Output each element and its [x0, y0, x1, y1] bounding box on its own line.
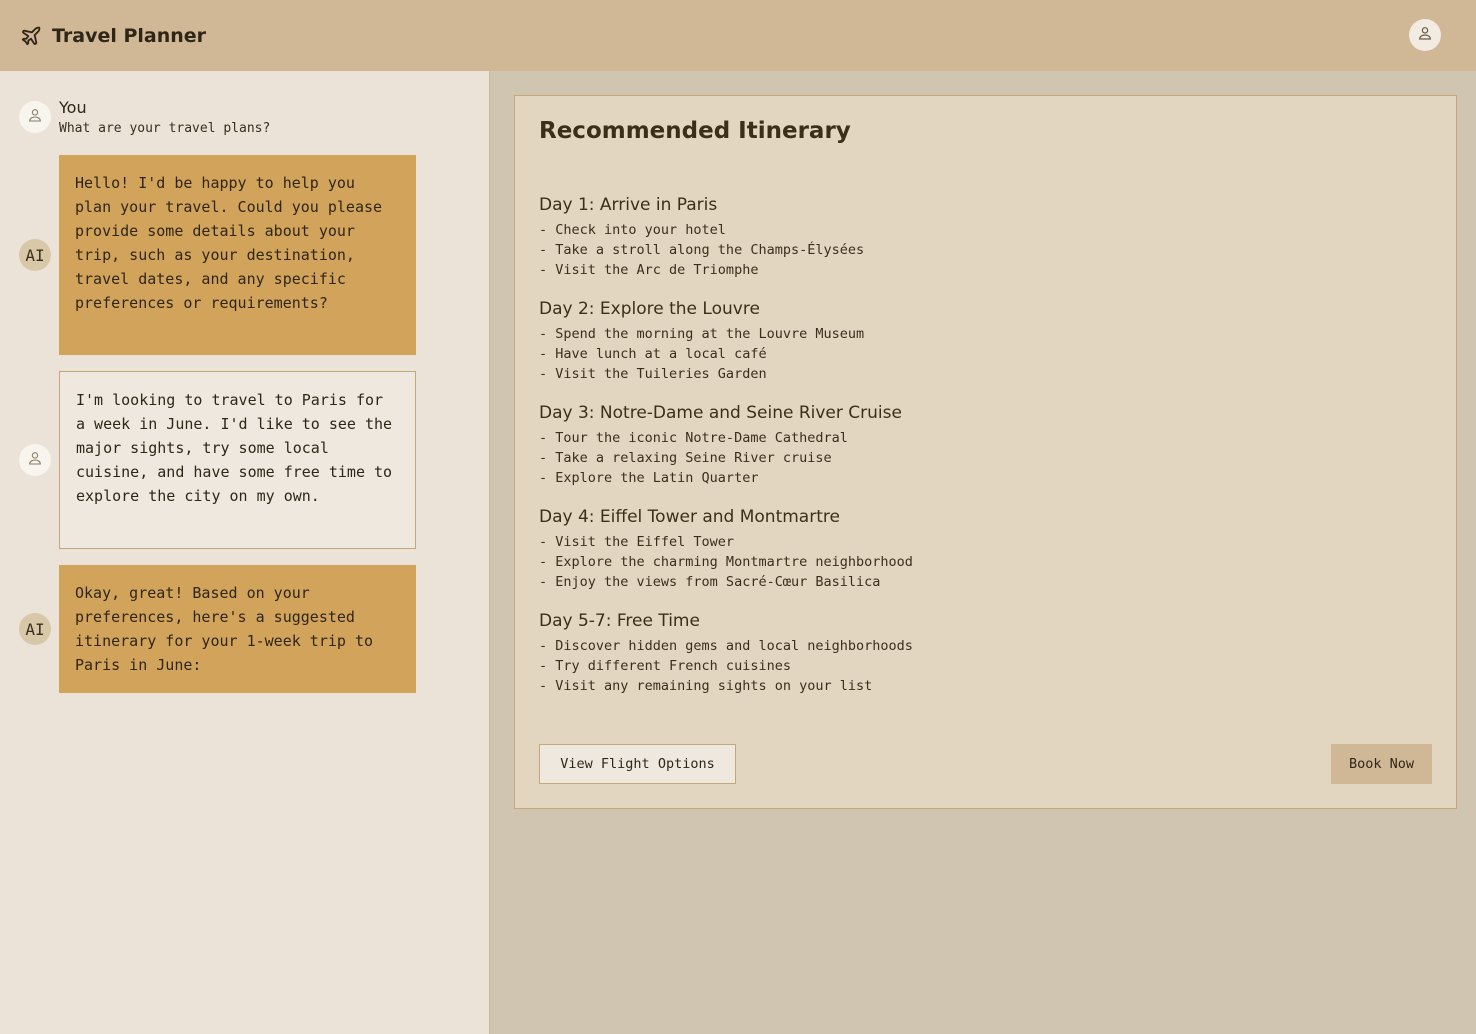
day-activity: - Try different French cuisines [539, 658, 791, 674]
user-avatar [19, 101, 51, 133]
day-activity: - Tour the iconic Notre-Dame Cathedral [539, 430, 848, 446]
user-avatar [19, 444, 51, 476]
ai-message: Okay, great! Based on your preferences, … [59, 565, 416, 693]
user-icon [27, 450, 43, 470]
view-flight-options-button[interactable]: View Flight Options [539, 744, 736, 784]
airplane-icon [20, 25, 42, 47]
day-activity: - Take a relaxing Seine River cruise [539, 450, 832, 466]
day-title: Day 2: Explore the Louvre [539, 299, 760, 319]
ai-message: Hello! I'd be happy to help you plan you… [59, 155, 416, 355]
day-activity: - Discover hidden gems and local neighbo… [539, 638, 913, 654]
you-label: You [59, 98, 87, 117]
day-title: Day 4: Eiffel Tower and Montmartre [539, 507, 840, 527]
user-icon [1417, 25, 1433, 45]
day-section: Day 4: Eiffel Tower and Montmartre - Vis… [539, 507, 913, 592]
day-title: Day 5-7: Free Time [539, 611, 700, 631]
day-section: Day 5-7: Free Time - Discover hidden gem… [539, 611, 913, 696]
user-message: I'm looking to travel to Paris for a wee… [59, 371, 416, 549]
itinerary-title: Recommended Itinerary [539, 118, 851, 144]
profile-button[interactable] [1409, 19, 1441, 51]
itinerary-card: Recommended Itinerary Day 1: Arrive in P… [514, 95, 1457, 809]
day-activity: - Have lunch at a local café [539, 346, 767, 362]
app-header: Travel Planner [0, 0, 1476, 71]
day-section: Day 3: Notre-Dame and Seine River Cruise… [539, 403, 902, 488]
app-title: Travel Planner [52, 24, 207, 47]
day-section: Day 1: Arrive in Paris - Check into your… [539, 195, 864, 280]
day-section: Day 2: Explore the Louvre - Spend the mo… [539, 299, 864, 384]
day-activity: - Take a stroll along the Champs-Élysées [539, 242, 865, 258]
day-activity: - Visit the Arc de Triomphe [539, 262, 759, 278]
day-activity: - Explore the Latin Quarter [539, 470, 759, 486]
user-icon [27, 107, 43, 127]
day-activity: - Visit the Tuileries Garden [539, 366, 767, 382]
itinerary-panel: Recommended Itinerary Day 1: Arrive in P… [490, 71, 1476, 1034]
day-activity: - Spend the morning at the Louvre Museum [539, 326, 865, 342]
day-activity: - Visit the Eiffel Tower [539, 534, 735, 550]
book-now-button[interactable]: Book Now [1331, 744, 1432, 784]
day-title: Day 3: Notre-Dame and Seine River Cruise [539, 403, 902, 423]
day-title: Day 1: Arrive in Paris [539, 195, 718, 215]
ai-avatar: AI [19, 613, 51, 645]
chat-panel: You What are your travel plans? AI Hello… [0, 71, 490, 1034]
ai-avatar: AI [19, 239, 51, 271]
day-activity: - Visit any remaining sights on your lis… [539, 678, 873, 694]
travel-plans-prompt: What are your travel plans? [59, 121, 271, 136]
day-activity: - Enjoy the views from Sacré-Cœur Basili… [539, 574, 881, 590]
day-activity: - Check into your hotel [539, 222, 726, 238]
day-activity: - Explore the charming Montmartre neighb… [539, 554, 913, 570]
